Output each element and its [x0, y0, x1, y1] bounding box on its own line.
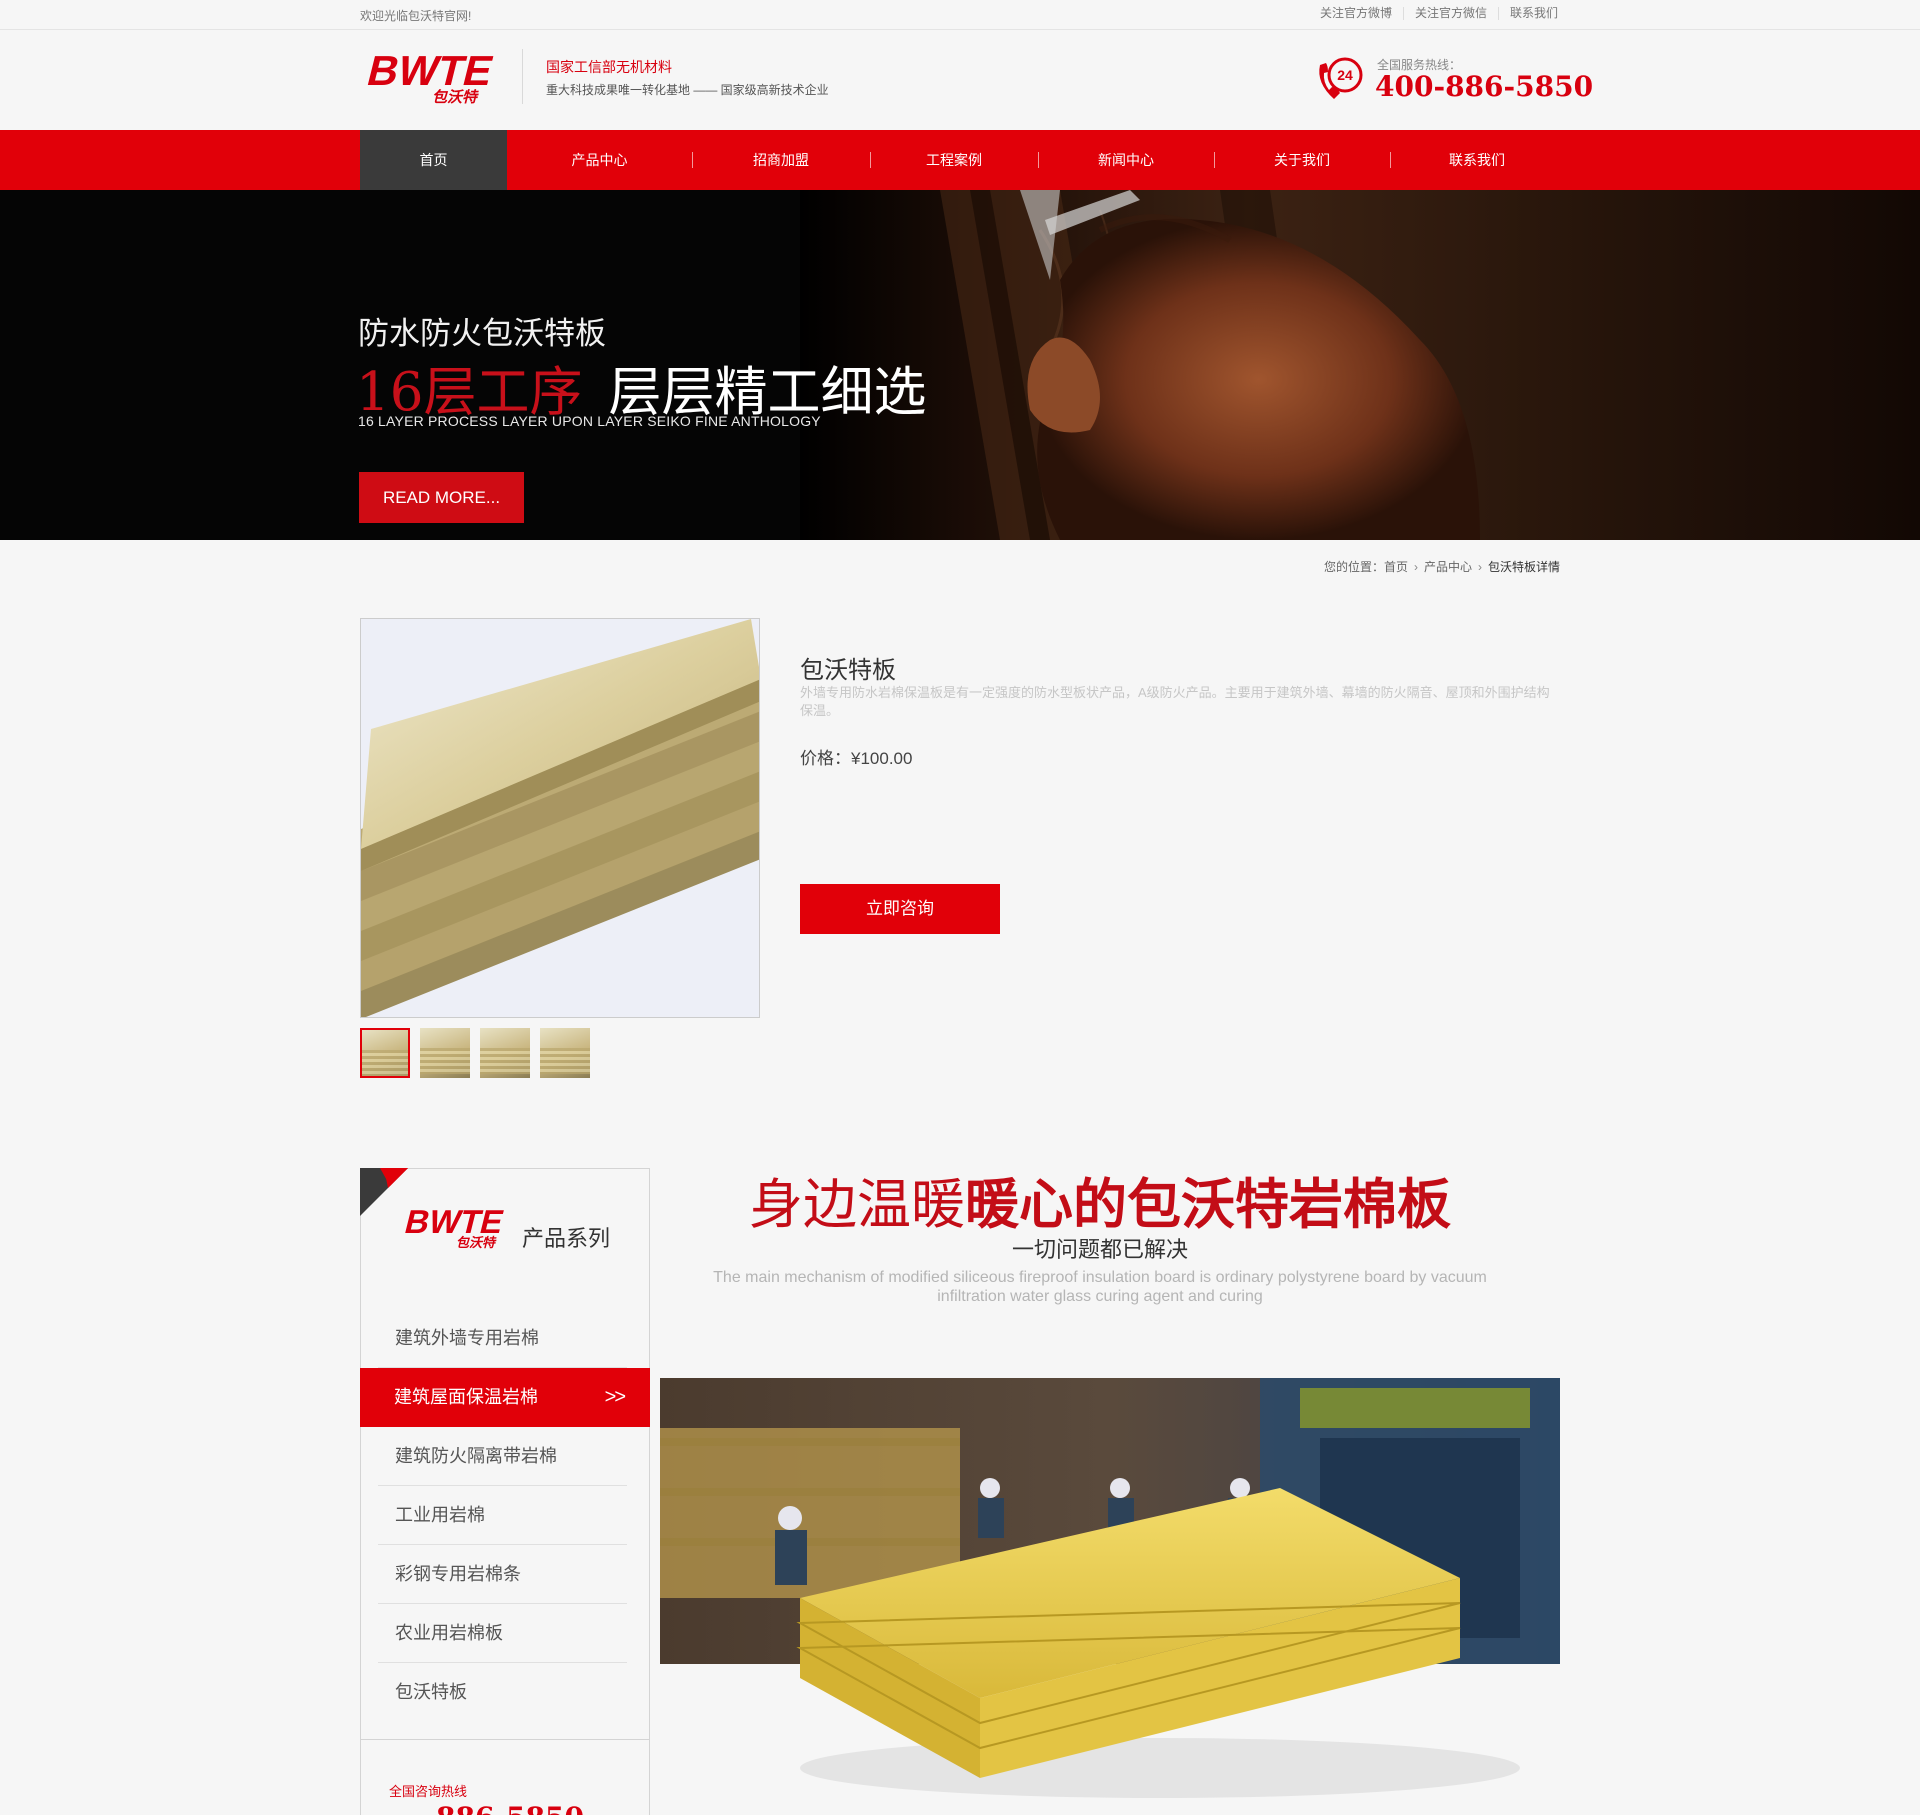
nav-home[interactable]: 首页 — [360, 130, 507, 190]
nav-franchise[interactable]: 招商加盟 — [692, 130, 870, 190]
slogan-main: 国家工信部无机材料 — [546, 59, 672, 75]
svg-text:24: 24 — [1337, 67, 1353, 83]
sidebar-item-fire-barrier[interactable]: 建筑防火隔离带岩棉 — [361, 1427, 649, 1486]
banner-line1: 防水防火包沃特板 — [358, 316, 606, 352]
thumbnail-1[interactable] — [360, 1028, 410, 1078]
chevron-right-icon: › — [1477, 560, 1482, 574]
sidebar-heading: 产品系列 — [522, 1226, 611, 1251]
top-bar: 欢迎光临包沃特官网! 关注官方微博 关注官方微信 联系我们 — [0, 0, 1920, 30]
read-more-button[interactable]: READ MORE... — [359, 472, 524, 523]
main-nav: 首页 产品中心 招商加盟 工程案例 新闻中心 关于我们 联系我们 — [0, 130, 1920, 190]
nav-about[interactable]: 关于我们 — [1214, 130, 1390, 190]
breadcrumb-label: 您的位置： — [1323, 560, 1384, 574]
feature-title-thin: 身边温暖 — [749, 1173, 965, 1236]
sidebar-brand-logo: BWTE 包沃特 — [401, 1205, 507, 1249]
top-links: 关注官方微博 关注官方微信 联系我们 — [1309, 7, 1558, 20]
top-link-contact[interactable]: 联系我们 — [1497, 7, 1558, 20]
sidebar-item-roof-insulation[interactable]: 建筑屋面保温岩棉 >> — [360, 1368, 650, 1427]
sidebar-item-bwte-board[interactable]: 包沃特板 — [361, 1663, 649, 1722]
product-price: 价格：¥100.00 — [800, 749, 913, 768]
logo-divider — [522, 49, 523, 104]
consult-button[interactable]: 立即咨询 — [800, 884, 1000, 934]
top-link-weibo[interactable]: 关注官方微博 — [1309, 7, 1403, 20]
nav-news[interactable]: 新闻中心 — [1038, 130, 1214, 190]
banner-wood-hand-image — [800, 190, 1920, 540]
feature-title-bold: 暖心的包沃特岩棉板 — [965, 1172, 1451, 1236]
breadcrumb-home[interactable]: 首页 — [1384, 560, 1408, 574]
sidebar-divider — [361, 1739, 649, 1740]
factory-rock-wool-illustration — [660, 1378, 1560, 1815]
site-header: BWTE 包沃特 国家工信部无机材料 重大科技成果唯一转化基地 —— 国家级高新… — [0, 31, 1920, 130]
svg-text:BWTE: BWTE — [363, 49, 498, 95]
rock-wool-board-image — [361, 619, 759, 1017]
nav-products[interactable]: 产品中心 — [507, 130, 692, 190]
product-thumbnails — [360, 1028, 600, 1078]
factory-board-image — [660, 1378, 1560, 1815]
top-link-wechat[interactable]: 关注官方微信 — [1402, 7, 1498, 20]
brand-logo[interactable]: BWTE 包沃特 — [360, 49, 505, 105]
hotline-number: 400-886-5850 — [1375, 70, 1594, 103]
sidebar-hotline-number: 886-5850 — [436, 1801, 584, 1815]
sidebar-item-agricultural[interactable]: 农业用岩棉板 — [361, 1604, 649, 1663]
slogan-sub: 重大科技成果唯一转化基地 —— 国家级高新技术企业 — [546, 83, 829, 97]
product-series-sidebar: BWTE 包沃特 产品系列 建筑外墙专用岩棉 建筑屋面保温岩棉 >> 建筑防火隔离… — [360, 1168, 650, 1815]
svg-text:包沃特: 包沃特 — [456, 1235, 497, 1249]
svg-text:包沃特: 包沃特 — [432, 88, 479, 105]
product-main-image[interactable] — [360, 618, 760, 1018]
banner-english: 16 LAYER PROCESS LAYER UPON LAYER SEIKO … — [358, 413, 821, 429]
double-chevron-icon: >> — [604, 1386, 626, 1408]
thumbnail-4[interactable] — [540, 1028, 590, 1078]
feature-subtitle: 一切问题都已解决 — [1011, 1237, 1188, 1262]
thumbnail-2[interactable] — [420, 1028, 470, 1078]
feature-english: The main mechanism of modified siliceous… — [713, 1269, 1487, 1305]
sidebar-hotline-label: 全国咨询热线 — [389, 1784, 468, 1799]
hero-banner: 防水防火包沃特板 16层工序 层层精工细选 16 LAYER PROCESS LA… — [0, 190, 1920, 540]
breadcrumb-current: 包沃特板详情 — [1487, 560, 1560, 574]
phone-24-icon: 24 — [1319, 57, 1363, 99]
nav-cases[interactable]: 工程案例 — [870, 130, 1038, 190]
breadcrumb: 您的位置：首页 › 产品中心 › 包沃特板详情 — [1324, 558, 1560, 575]
welcome-text: 欢迎光临包沃特官网! — [360, 9, 472, 23]
product-title: 包沃特板 — [800, 657, 896, 684]
chevron-right-icon: › — [1413, 560, 1418, 574]
thumbnail-3[interactable] — [480, 1028, 530, 1078]
sidebar-item-exterior-wall[interactable]: 建筑外墙专用岩棉 — [361, 1309, 649, 1368]
sidebar-item-industrial[interactable]: 工业用岩棉 — [361, 1486, 649, 1545]
product-description: 外墙专用防水岩棉保温板是有一定强度的防水型板状产品，A级防火产品。主要用于建筑外… — [800, 685, 1550, 718]
feature-title: 身边温暖暖心的包沃特岩棉板 — [720, 1160, 1480, 1239]
breadcrumb-products[interactable]: 产品中心 — [1424, 560, 1472, 574]
sidebar-item-color-steel[interactable]: 彩钢专用岩棉条 — [361, 1545, 649, 1604]
nav-contact[interactable]: 联系我们 — [1390, 130, 1564, 190]
